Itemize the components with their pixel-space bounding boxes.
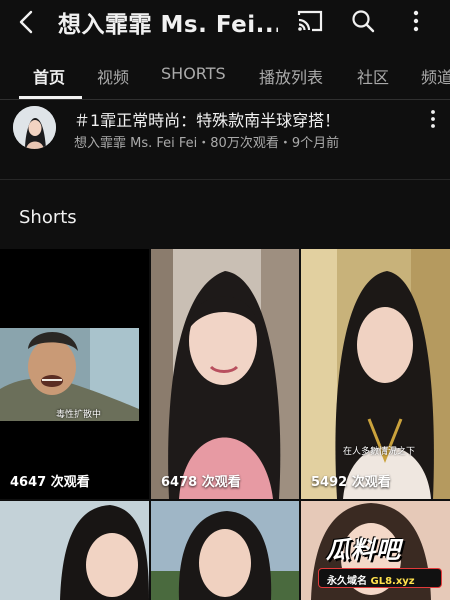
channel-avatar[interactable] [13, 106, 56, 149]
short-thumbnail [151, 501, 299, 600]
short-caption: 在人多數情況之下 [343, 447, 416, 457]
tab-channels[interactable]: 频道 [421, 64, 450, 88]
watermark-logo: 瓜料吧 [326, 536, 401, 564]
cast-icon[interactable] [296, 8, 324, 34]
short-thumbnail [301, 249, 450, 499]
video-more-icon[interactable] [426, 108, 440, 130]
short-item[interactable]: 6478 次观看 [151, 249, 299, 499]
video-meta: 想入霏霏 Ms. Fei Fei・80万次观看・9个月前 [74, 136, 340, 151]
channel-title: 想入霏霏 Ms. Fei... [58, 12, 278, 38]
watermark-text: 永久域名 GL8.xyz [327, 572, 415, 587]
top-app-bar: 想入霏霏 Ms. Fei... [0, 0, 450, 46]
short-item[interactable] [151, 501, 299, 600]
short-item[interactable]: 毒性扩散中 4647 次观看 [0, 249, 149, 499]
featured-video-item[interactable]: ＃1霏正常時尚：特殊款南半球穿搭！ 想入霏霏 Ms. Fei Fei・80万次观… [0, 100, 450, 180]
back-icon[interactable] [14, 9, 40, 35]
more-vert-icon[interactable] [404, 8, 428, 34]
short-caption: 毒性扩散中 [56, 410, 102, 420]
short-views: 4647 次观看 [10, 475, 90, 490]
short-item[interactable]: 在人多數情況之下 5492 次观看 [301, 249, 450, 499]
short-item[interactable] [0, 501, 149, 600]
channel-tabs: 首页 视频 SHORTS 播放列表 社区 频道 [0, 52, 450, 100]
watermark-ribbon: 永久域名 GL8.xyz [318, 568, 442, 588]
search-icon[interactable] [350, 8, 376, 34]
video-title[interactable]: ＃1霏正常時尚：特殊款南半球穿搭！ [74, 107, 414, 131]
tab-playlists[interactable]: 播放列表 [259, 64, 323, 88]
short-thumbnail [0, 501, 149, 600]
watermark-slogan: 永久域名 [327, 576, 367, 587]
short-views: 6478 次观看 [161, 475, 241, 490]
tab-community[interactable]: 社区 [357, 64, 389, 88]
tab-videos[interactable]: 视频 [97, 64, 129, 88]
active-tab-indicator [19, 96, 82, 99]
tab-home[interactable]: 首页 [33, 64, 65, 88]
watermark-overlay: 瓜料吧 永久域名 GL8.xyz [312, 530, 450, 600]
short-thumbnail [151, 249, 299, 499]
watermark-site: GL8.xyz [370, 576, 415, 587]
short-views: 5492 次观看 [311, 475, 391, 490]
tab-shorts[interactable]: SHORTS [161, 64, 226, 83]
short-thumbnail [0, 249, 149, 499]
shorts-section-heading: Shorts [19, 207, 77, 228]
